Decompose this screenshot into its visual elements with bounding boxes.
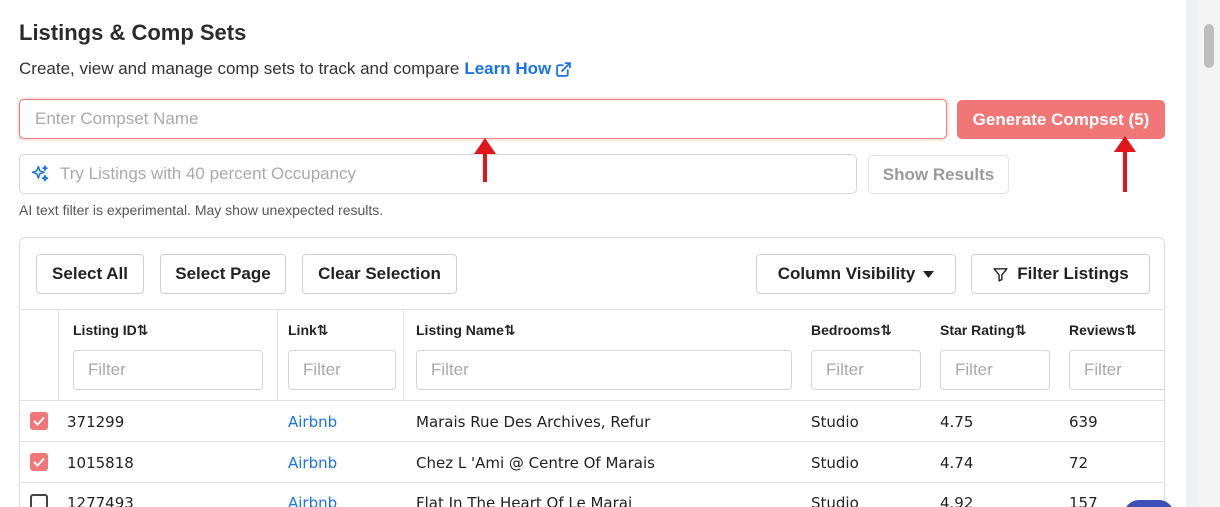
column-header-listing-id[interactable]: Listing ID⇅ [73, 322, 149, 339]
filter-input-star-rating[interactable] [940, 350, 1050, 390]
column-header-reviews[interactable]: Reviews⇅ [1069, 322, 1137, 339]
scrollbar-thumb[interactable] [1204, 24, 1214, 68]
filter-listings-label: Filter Listings [1017, 264, 1129, 283]
filter-input-listing-name[interactable] [416, 350, 792, 390]
filter-icon [993, 267, 1008, 282]
row-divider [20, 441, 1164, 442]
main-panel: Listings & Comp Sets Create, view and ma… [0, 0, 1186, 507]
column-divider [403, 310, 404, 400]
check-icon [33, 416, 45, 426]
ai-filter-box[interactable] [19, 154, 857, 194]
listings-table: Select All Select Page Clear Selection C… [19, 237, 1165, 507]
filter-input-bedrooms[interactable] [811, 350, 921, 390]
cell-bedrooms: Studio [811, 413, 859, 431]
learn-how-link[interactable]: Learn How [464, 59, 572, 79]
cell-reviews: 639 [1069, 413, 1098, 431]
show-results-button[interactable]: Show Results [868, 155, 1009, 194]
cell-listing-name: Flat In The Heart Of Le Marai [416, 494, 633, 507]
cell-link[interactable]: Airbnb [288, 413, 337, 431]
select-page-button[interactable]: Select Page [160, 254, 286, 294]
sparkle-icon [20, 164, 60, 184]
page-title: Listings & Comp Sets [19, 20, 247, 45]
column-header-listing-name[interactable]: Listing Name⇅ [416, 322, 516, 339]
select-all-button[interactable]: Select All [36, 254, 144, 294]
clear-selection-button[interactable]: Clear Selection [302, 254, 457, 294]
cell-link[interactable]: Airbnb [288, 454, 337, 472]
cell-star-rating: 4.75 [940, 413, 974, 431]
filter-input-link[interactable] [288, 350, 396, 390]
cell-reviews: 157 [1069, 494, 1098, 507]
subtitle-text: Create, view and manage comp sets to tra… [19, 59, 460, 78]
sort-icon: ⇅ [880, 322, 892, 338]
row-divider [20, 482, 1164, 483]
column-divider [277, 310, 278, 400]
column-header-bedrooms[interactable]: Bedrooms⇅ [811, 322, 892, 339]
header-divider [20, 309, 1164, 310]
ai-filter-input[interactable] [60, 156, 856, 192]
cell-listing-name: Marais Rue Des Archives, Refur [416, 413, 651, 431]
cell-listing-id: 1277493 [67, 494, 134, 507]
row-checkbox-checked[interactable] [30, 412, 48, 430]
row-checkbox-unchecked[interactable] [30, 494, 48, 507]
sort-icon: ⇅ [316, 322, 329, 338]
column-visibility-button[interactable]: Column Visibility [756, 254, 956, 294]
cell-listing-id: 1015818 [67, 454, 134, 472]
external-link-icon [556, 61, 572, 77]
cell-bedrooms: Studio [811, 494, 859, 507]
annotation-arrow-icon [474, 138, 496, 182]
column-visibility-label: Column Visibility [777, 264, 916, 283]
sort-icon: ⇅ [136, 322, 149, 338]
column-header-link[interactable]: Link⇅ [288, 322, 329, 339]
sort-icon: ⇅ [1125, 322, 1137, 338]
annotation-arrow-icon [1114, 136, 1136, 192]
row-checkbox-checked[interactable] [30, 453, 48, 471]
ai-filter-note: AI text filter is experimental. May show… [19, 202, 384, 218]
filter-listings-button[interactable]: Filter Listings [971, 254, 1150, 294]
compset-name-input[interactable] [19, 99, 947, 139]
cell-star-rating: 4.92 [940, 494, 974, 507]
caret-down-icon [923, 270, 935, 278]
filter-input-listing-id[interactable] [73, 350, 263, 390]
cell-link[interactable]: Airbnb [288, 494, 337, 507]
cell-bedrooms: Studio [811, 454, 859, 472]
learn-how-label: Learn How [464, 59, 552, 78]
cell-reviews: 72 [1069, 454, 1089, 472]
cell-star-rating: 4.74 [940, 454, 974, 472]
chat-help-bubble[interactable] [1124, 500, 1174, 507]
column-header-star-rating[interactable]: Star Rating⇅ [940, 322, 1026, 339]
sort-icon: ⇅ [503, 322, 516, 338]
page-subtitle: Create, view and manage comp sets to tra… [19, 59, 572, 79]
scrollbar-track[interactable] [1198, 0, 1220, 507]
filter-input-reviews[interactable] [1069, 350, 1164, 390]
cell-listing-name: Chez L 'Ami @ Centre Of Marais [416, 454, 655, 472]
row-divider [20, 400, 1164, 401]
sort-icon: ⇅ [1014, 322, 1027, 338]
column-divider [58, 310, 59, 400]
cell-listing-id: 371299 [67, 413, 125, 431]
check-icon [33, 457, 45, 467]
